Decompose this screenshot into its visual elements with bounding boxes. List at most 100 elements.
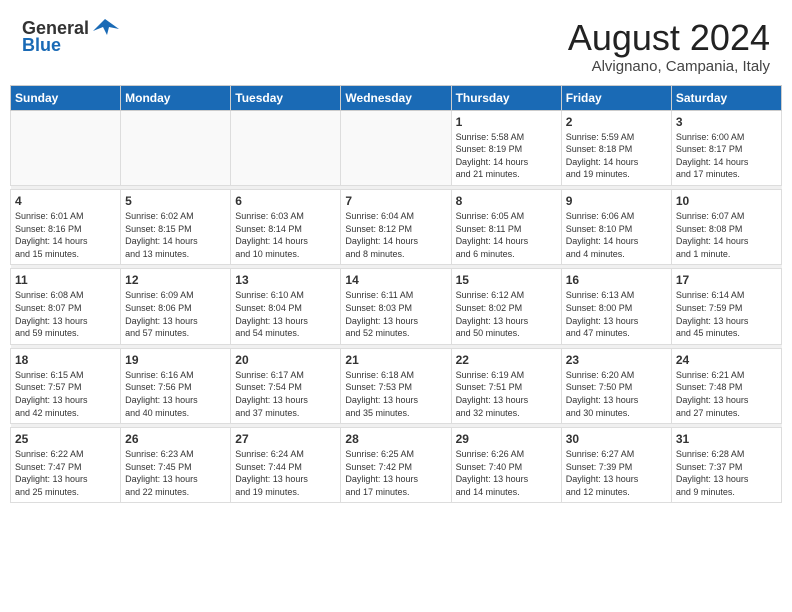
calendar-cell: 26 Sunrise: 6:23 AM Sunset: 7:45 PM Dayli… [121,428,231,503]
calendar-cell: 21 Sunrise: 6:18 AM Sunset: 7:53 PM Dayli… [341,348,451,423]
day-info: Sunrise: 6:27 AM Sunset: 7:39 PM Dayligh… [566,448,667,498]
day-number: 14 [345,273,446,287]
day-info: Sunrise: 6:12 AM Sunset: 8:02 PM Dayligh… [456,289,557,339]
day-info: Sunrise: 6:17 AM Sunset: 7:54 PM Dayligh… [235,369,336,419]
day-info: Sunrise: 6:01 AM Sunset: 8:16 PM Dayligh… [15,210,116,260]
calendar-cell: 1 Sunrise: 5:58 AM Sunset: 8:19 PM Daylig… [451,110,561,185]
day-info: Sunrise: 6:07 AM Sunset: 8:08 PM Dayligh… [676,210,777,260]
calendar-cell: 5 Sunrise: 6:02 AM Sunset: 8:15 PM Daylig… [121,189,231,264]
calendar-cell: 2Sunrise: 5:59 AM Sunset: 8:18 PM Daylig… [561,110,671,185]
day-number: 2 [566,115,667,129]
day-info: Sunrise: 6:16 AM Sunset: 7:56 PM Dayligh… [125,369,226,419]
day-info: Sunrise: 6:20 AM Sunset: 7:50 PM Dayligh… [566,369,667,419]
calendar-cell: 22 Sunrise: 6:19 AM Sunset: 7:51 PM Dayli… [451,348,561,423]
day-info: Sunrise: 5:58 AM Sunset: 8:19 PM Dayligh… [456,131,557,181]
day-number: 5 [125,194,226,208]
calendar-cell: 6 Sunrise: 6:03 AM Sunset: 8:14 PM Daylig… [231,189,341,264]
day-number: 23 [566,353,667,367]
calendar-cell: 30 Sunrise: 6:27 AM Sunset: 7:39 PM Dayli… [561,428,671,503]
calendar-cell [231,110,341,185]
calendar-cell: 3 Sunrise: 6:00 AM Sunset: 8:17 PM Daylig… [671,110,781,185]
calendar-cell: 19 Sunrise: 6:16 AM Sunset: 7:56 PM Dayli… [121,348,231,423]
day-info: Sunrise: 6:14 AM Sunset: 7:59 PM Dayligh… [676,289,777,339]
calendar-cell: 9 Sunrise: 6:06 AM Sunset: 8:10 PM Daylig… [561,189,671,264]
day-number: 1 [456,115,557,129]
day-number: 22 [456,353,557,367]
day-info: Sunrise: 6:26 AM Sunset: 7:40 PM Dayligh… [456,448,557,498]
day-number: 25 [15,432,116,446]
day-number: 20 [235,353,336,367]
calendar-cell: 17 Sunrise: 6:14 AM Sunset: 7:59 PM Dayli… [671,269,781,344]
calendar-week-row: 1 Sunrise: 5:58 AM Sunset: 8:19 PM Daylig… [11,110,782,185]
day-info: Sunrise: 6:10 AM Sunset: 8:04 PM Dayligh… [235,289,336,339]
day-info: Sunrise: 6:22 AM Sunset: 7:47 PM Dayligh… [15,448,116,498]
calendar-cell: 27Sunrise: 6:24 AM Sunset: 7:44 PM Dayli… [231,428,341,503]
page-header: General Blue August 2024 Alvignano, Camp… [10,10,782,79]
calendar-cell: 12 Sunrise: 6:09 AM Sunset: 8:06 PM Dayli… [121,269,231,344]
day-info: Sunrise: 6:18 AM Sunset: 7:53 PM Dayligh… [345,369,446,419]
day-number: 8 [456,194,557,208]
day-info: Sunrise: 6:02 AM Sunset: 8:15 PM Dayligh… [125,210,226,260]
title-block: August 2024 Alvignano, Campania, Italy [568,18,770,75]
calendar-cell: 24 Sunrise: 6:21 AM Sunset: 7:48 PM Dayli… [671,348,781,423]
calendar-cell: 4 Sunrise: 6:01 AM Sunset: 8:16 PM Daylig… [11,189,121,264]
calendar-cell: 14 Sunrise: 6:11 AM Sunset: 8:03 PM Dayli… [341,269,451,344]
day-info: Sunrise: 6:03 AM Sunset: 8:14 PM Dayligh… [235,210,336,260]
day-number: 6 [235,194,336,208]
column-header-monday: Monday [121,85,231,110]
calendar-cell: 11Sunrise: 6:08 AM Sunset: 8:07 PM Dayli… [11,269,121,344]
day-number: 18 [15,353,116,367]
day-number: 17 [676,273,777,287]
day-number: 27 [235,432,336,446]
day-number: 13 [235,273,336,287]
day-info: Sunrise: 6:19 AM Sunset: 7:51 PM Dayligh… [456,369,557,419]
day-info: Sunrise: 6:00 AM Sunset: 8:17 PM Dayligh… [676,131,777,181]
calendar-cell [341,110,451,185]
calendar-week-row: 11Sunrise: 6:08 AM Sunset: 8:07 PM Dayli… [11,269,782,344]
calendar-cell: 29 Sunrise: 6:26 AM Sunset: 7:40 PM Dayli… [451,428,561,503]
calendar-cell: 13 Sunrise: 6:10 AM Sunset: 8:04 PM Dayli… [231,269,341,344]
day-number: 7 [345,194,446,208]
month-title: August 2024 [568,18,770,58]
calendar-header-row: SundayMondayTuesdayWednesdayThursdayFrid… [11,85,782,110]
day-number: 28 [345,432,446,446]
day-number: 3 [676,115,777,129]
day-number: 24 [676,353,777,367]
column-header-saturday: Saturday [671,85,781,110]
calendar-cell: 23 Sunrise: 6:20 AM Sunset: 7:50 PM Dayli… [561,348,671,423]
day-number: 9 [566,194,667,208]
day-info: Sunrise: 6:13 AM Sunset: 8:00 PM Dayligh… [566,289,667,339]
location-title: Alvignano, Campania, Italy [568,58,770,75]
calendar-cell: 8 Sunrise: 6:05 AM Sunset: 8:11 PM Daylig… [451,189,561,264]
day-info: Sunrise: 6:04 AM Sunset: 8:12 PM Dayligh… [345,210,446,260]
day-info: Sunrise: 6:11 AM Sunset: 8:03 PM Dayligh… [345,289,446,339]
column-header-sunday: Sunday [11,85,121,110]
day-number: 31 [676,432,777,446]
day-info: Sunrise: 6:21 AM Sunset: 7:48 PM Dayligh… [676,369,777,419]
day-number: 21 [345,353,446,367]
column-header-thursday: Thursday [451,85,561,110]
calendar-week-row: 4 Sunrise: 6:01 AM Sunset: 8:16 PM Daylig… [11,189,782,264]
day-number: 26 [125,432,226,446]
calendar-cell: 31Sunrise: 6:28 AM Sunset: 7:37 PM Dayli… [671,428,781,503]
day-number: 30 [566,432,667,446]
day-info: Sunrise: 6:06 AM Sunset: 8:10 PM Dayligh… [566,210,667,260]
day-info: Sunrise: 6:25 AM Sunset: 7:42 PM Dayligh… [345,448,446,498]
calendar-cell: 20 Sunrise: 6:17 AM Sunset: 7:54 PM Dayli… [231,348,341,423]
calendar-table: SundayMondayTuesdayWednesdayThursdayFrid… [10,85,782,504]
calendar-cell: 15 Sunrise: 6:12 AM Sunset: 8:02 PM Dayli… [451,269,561,344]
day-number: 4 [15,194,116,208]
calendar-cell [121,110,231,185]
column-header-friday: Friday [561,85,671,110]
calendar-cell: 28 Sunrise: 6:25 AM Sunset: 7:42 PM Dayli… [341,428,451,503]
day-number: 19 [125,353,226,367]
day-number: 15 [456,273,557,287]
calendar-cell: 7 Sunrise: 6:04 AM Sunset: 8:12 PM Daylig… [341,189,451,264]
calendar-cell: 16Sunrise: 6:13 AM Sunset: 8:00 PM Dayli… [561,269,671,344]
day-number: 29 [456,432,557,446]
day-info: Sunrise: 6:09 AM Sunset: 8:06 PM Dayligh… [125,289,226,339]
logo: General Blue [22,18,119,56]
day-number: 12 [125,273,226,287]
day-info: Sunrise: 6:05 AM Sunset: 8:11 PM Dayligh… [456,210,557,260]
day-info: Sunrise: 6:23 AM Sunset: 7:45 PM Dayligh… [125,448,226,498]
